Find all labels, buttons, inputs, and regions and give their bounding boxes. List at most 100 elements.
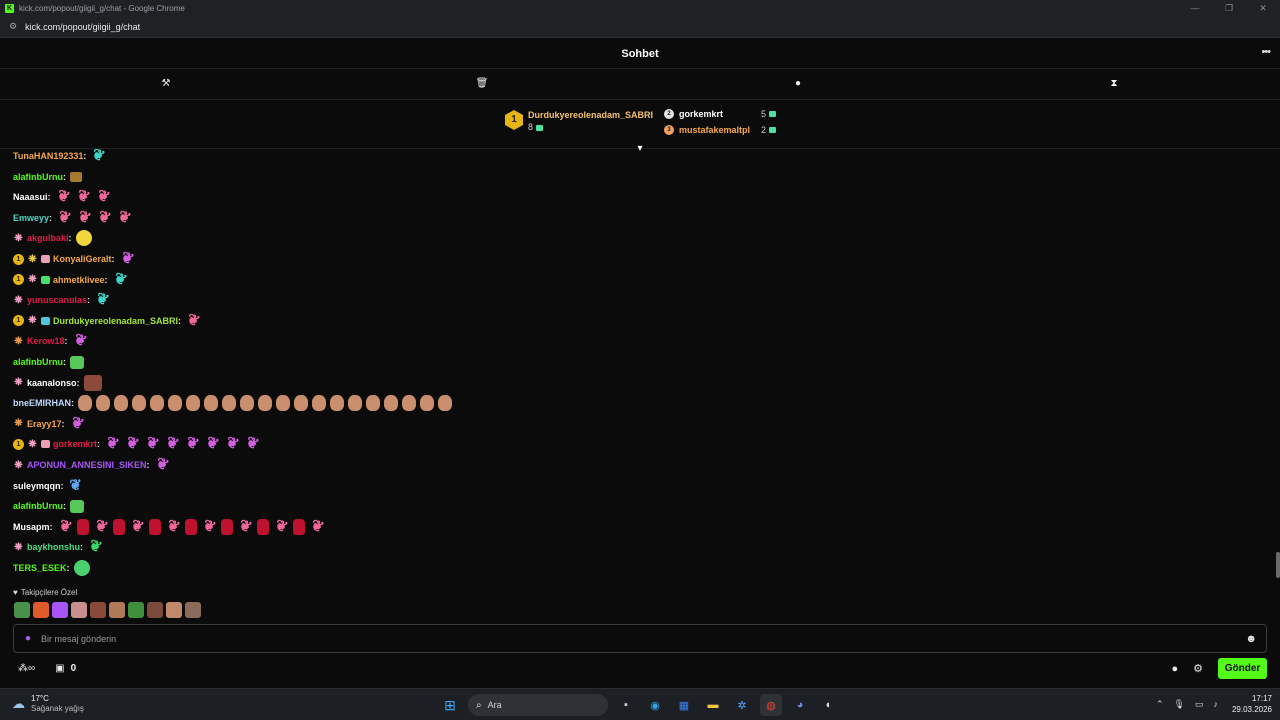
chat-username[interactable]: Durdukyereolenadam_SABRI xyxy=(53,316,178,326)
followers-emote-icon[interactable] xyxy=(185,602,201,618)
butterfly-badge-icon[interactable]: ❋ xyxy=(27,439,38,450)
chat-username[interactable]: alafinbUrnu xyxy=(13,501,63,511)
message-input[interactable] xyxy=(41,633,1246,644)
chat-username[interactable]: suleymqqn xyxy=(13,481,61,491)
chat-username[interactable]: APONUN_ANNESINI_SIKEN xyxy=(27,460,147,470)
chat-bubble-icon[interactable]: ● xyxy=(791,77,805,91)
chat-username[interactable]: KonyaliGeralt xyxy=(53,254,112,264)
followers-emote-icon[interactable] xyxy=(33,602,49,618)
emote-icon[interactable] xyxy=(78,395,92,412)
emote-icon[interactable] xyxy=(70,355,85,369)
emote-icon[interactable]: ❦ xyxy=(114,207,135,229)
butterfly-badge-icon[interactable]: ❋ xyxy=(27,254,38,265)
chat-message[interactable]: alafinbUrnu: xyxy=(13,167,86,187)
emote-icon[interactable]: ❦ xyxy=(234,516,255,538)
chat-username[interactable]: bneEMIRHAN xyxy=(13,398,71,408)
chat-username[interactable]: Emweyy xyxy=(13,213,49,223)
emote-icon[interactable] xyxy=(220,518,233,535)
emote-icon[interactable]: ❦ xyxy=(94,207,115,229)
trash-icon[interactable]: 🗑 xyxy=(475,77,489,91)
chat-message[interactable]: 1 ❋ gorkemkrt: ❦ ❦ ❦ ❦ ❦ ❦ ❦ ❦ xyxy=(13,434,264,454)
followers-emote-icon[interactable] xyxy=(128,602,144,618)
chat-message[interactable]: TunaHAN192331: ❦ xyxy=(13,149,110,166)
emote-icon[interactable] xyxy=(276,395,290,412)
chat-message[interactable]: alafinbUrnu: xyxy=(13,496,88,516)
emoji-picker-icon[interactable]: ☻ xyxy=(1245,633,1257,645)
message-input-container[interactable]: ● ☻ xyxy=(13,624,1267,653)
hourglass-icon[interactable]: ⧗ xyxy=(1107,77,1121,91)
butterfly-badge-icon[interactable]: ❋ xyxy=(13,542,24,553)
chat-message[interactable]: bneEMIRHAN: xyxy=(13,393,456,413)
emote-icon[interactable]: ❦ xyxy=(68,477,84,494)
emote-icon[interactable]: ❦ xyxy=(52,187,73,208)
close-icon[interactable]: ✕ xyxy=(1246,0,1280,16)
emote-icon[interactable] xyxy=(112,518,125,535)
scrollbar-thumb[interactable] xyxy=(1276,552,1280,578)
chat-username[interactable]: Naaasui xyxy=(13,192,48,202)
chat-message[interactable]: alafinbUrnu: xyxy=(13,352,88,372)
emote-icon[interactable] xyxy=(73,560,90,576)
chat-username[interactable]: TunaHAN192331 xyxy=(13,151,83,161)
butterfly-badge-icon[interactable]: ❋ xyxy=(27,274,38,285)
emote-icon[interactable] xyxy=(186,395,200,412)
emote-icon[interactable]: ❦ xyxy=(109,269,130,290)
top-gifter-badge-icon[interactable]: 1 xyxy=(13,438,24,450)
top-gifter-badge-icon[interactable]: 1 xyxy=(13,315,24,327)
emote-icon[interactable] xyxy=(70,171,83,182)
network-icon[interactable]: ▭ xyxy=(1195,699,1204,710)
emote-icon[interactable]: ❦ xyxy=(198,516,219,538)
emote-icon[interactable] xyxy=(292,518,305,535)
emote-icon[interactable] xyxy=(96,395,110,412)
emote-icon[interactable] xyxy=(348,395,362,412)
chrome-icon[interactable]: ◍ xyxy=(760,694,782,716)
chat-username[interactable]: TERS_ESEK xyxy=(13,563,67,573)
clock[interactable]: 17:17 29.03.2026 xyxy=(1232,693,1272,715)
send-button[interactable]: Gönder xyxy=(1218,658,1267,679)
emote-icon[interactable]: ❦ xyxy=(102,434,123,455)
emote-icon[interactable]: ❦ xyxy=(54,516,75,538)
steam-icon[interactable]: ◐ xyxy=(818,694,840,716)
emote-icon[interactable] xyxy=(402,395,416,412)
emote-icon[interactable] xyxy=(83,374,102,391)
top-gifter-badge-icon[interactable]: 1 xyxy=(13,253,24,265)
emote-icon[interactable]: ❦ xyxy=(151,454,172,476)
store-icon[interactable]: ▣ xyxy=(55,663,64,674)
emote-icon[interactable] xyxy=(222,395,236,412)
chat-message[interactable]: ❋ APONUN_ANNESINI_SIKEN: ❦ xyxy=(13,454,174,476)
chat-message[interactable]: 1 ❋ KonyaliGeralt: ❦ xyxy=(13,248,139,269)
emote-icon[interactable]: ❦ xyxy=(92,290,113,311)
emote-icon[interactable]: ❦ xyxy=(72,187,93,208)
emote-icon[interactable] xyxy=(70,499,85,513)
emote-icon[interactable]: ❦ xyxy=(92,187,113,208)
address-bar[interactable]: ⚙ kick.com/popout/giigii_g/chat xyxy=(0,16,1280,38)
emote-icon[interactable] xyxy=(75,230,92,247)
chat-message[interactable]: TERS_ESEK: xyxy=(13,558,94,578)
chat-message[interactable]: ❋ Kerow18: ❦ xyxy=(13,331,92,351)
butterfly-badge-icon[interactable]: ❋ xyxy=(13,377,24,388)
chat-settings-bubble-icon[interactable]: ● xyxy=(1171,663,1178,675)
emote-icon[interactable]: ❦ xyxy=(222,434,243,455)
emote-icon[interactable]: ❦ xyxy=(66,413,87,435)
emote-icon[interactable] xyxy=(384,395,398,412)
chat-username[interactable]: baykhonshu xyxy=(27,542,80,552)
chat-messages[interactable]: TunaHAN192331: ❦ alafinbUrnu: Naaasui: ❦ ❦ ❦ Em… xyxy=(0,149,1280,586)
start-icon[interactable]: ⊞ xyxy=(439,694,461,716)
emote-icon[interactable]: ❦ xyxy=(142,434,163,455)
site-info-icon[interactable]: ⚙ xyxy=(9,21,17,32)
followers-emote-icon[interactable] xyxy=(14,602,30,618)
butterfly-badge-icon[interactable]: ❋ xyxy=(13,295,24,306)
followers-emote-icon[interactable] xyxy=(71,602,87,618)
butterfly-badge-icon[interactable]: ❋ xyxy=(27,315,38,326)
volume-icon[interactable]: ♪ xyxy=(1213,699,1218,709)
chat-message[interactable]: ❋ Erayy17: ❦ xyxy=(13,413,89,435)
emote-icon[interactable]: ❦ xyxy=(242,434,263,455)
emote-icon[interactable]: ❦ xyxy=(202,434,223,455)
chat-message[interactable]: ❋ baykhonshu: ❦ xyxy=(13,537,107,557)
emote-icon[interactable] xyxy=(240,395,254,412)
chat-username[interactable]: kaanalonso xyxy=(27,378,77,388)
emote-icon[interactable]: ❦ xyxy=(90,516,111,538)
chat-username[interactable]: yunuscanulas xyxy=(27,295,87,305)
emote-icon[interactable] xyxy=(420,395,434,412)
emote-icon[interactable] xyxy=(294,395,308,412)
emote-icon[interactable]: ❦ xyxy=(122,434,143,455)
